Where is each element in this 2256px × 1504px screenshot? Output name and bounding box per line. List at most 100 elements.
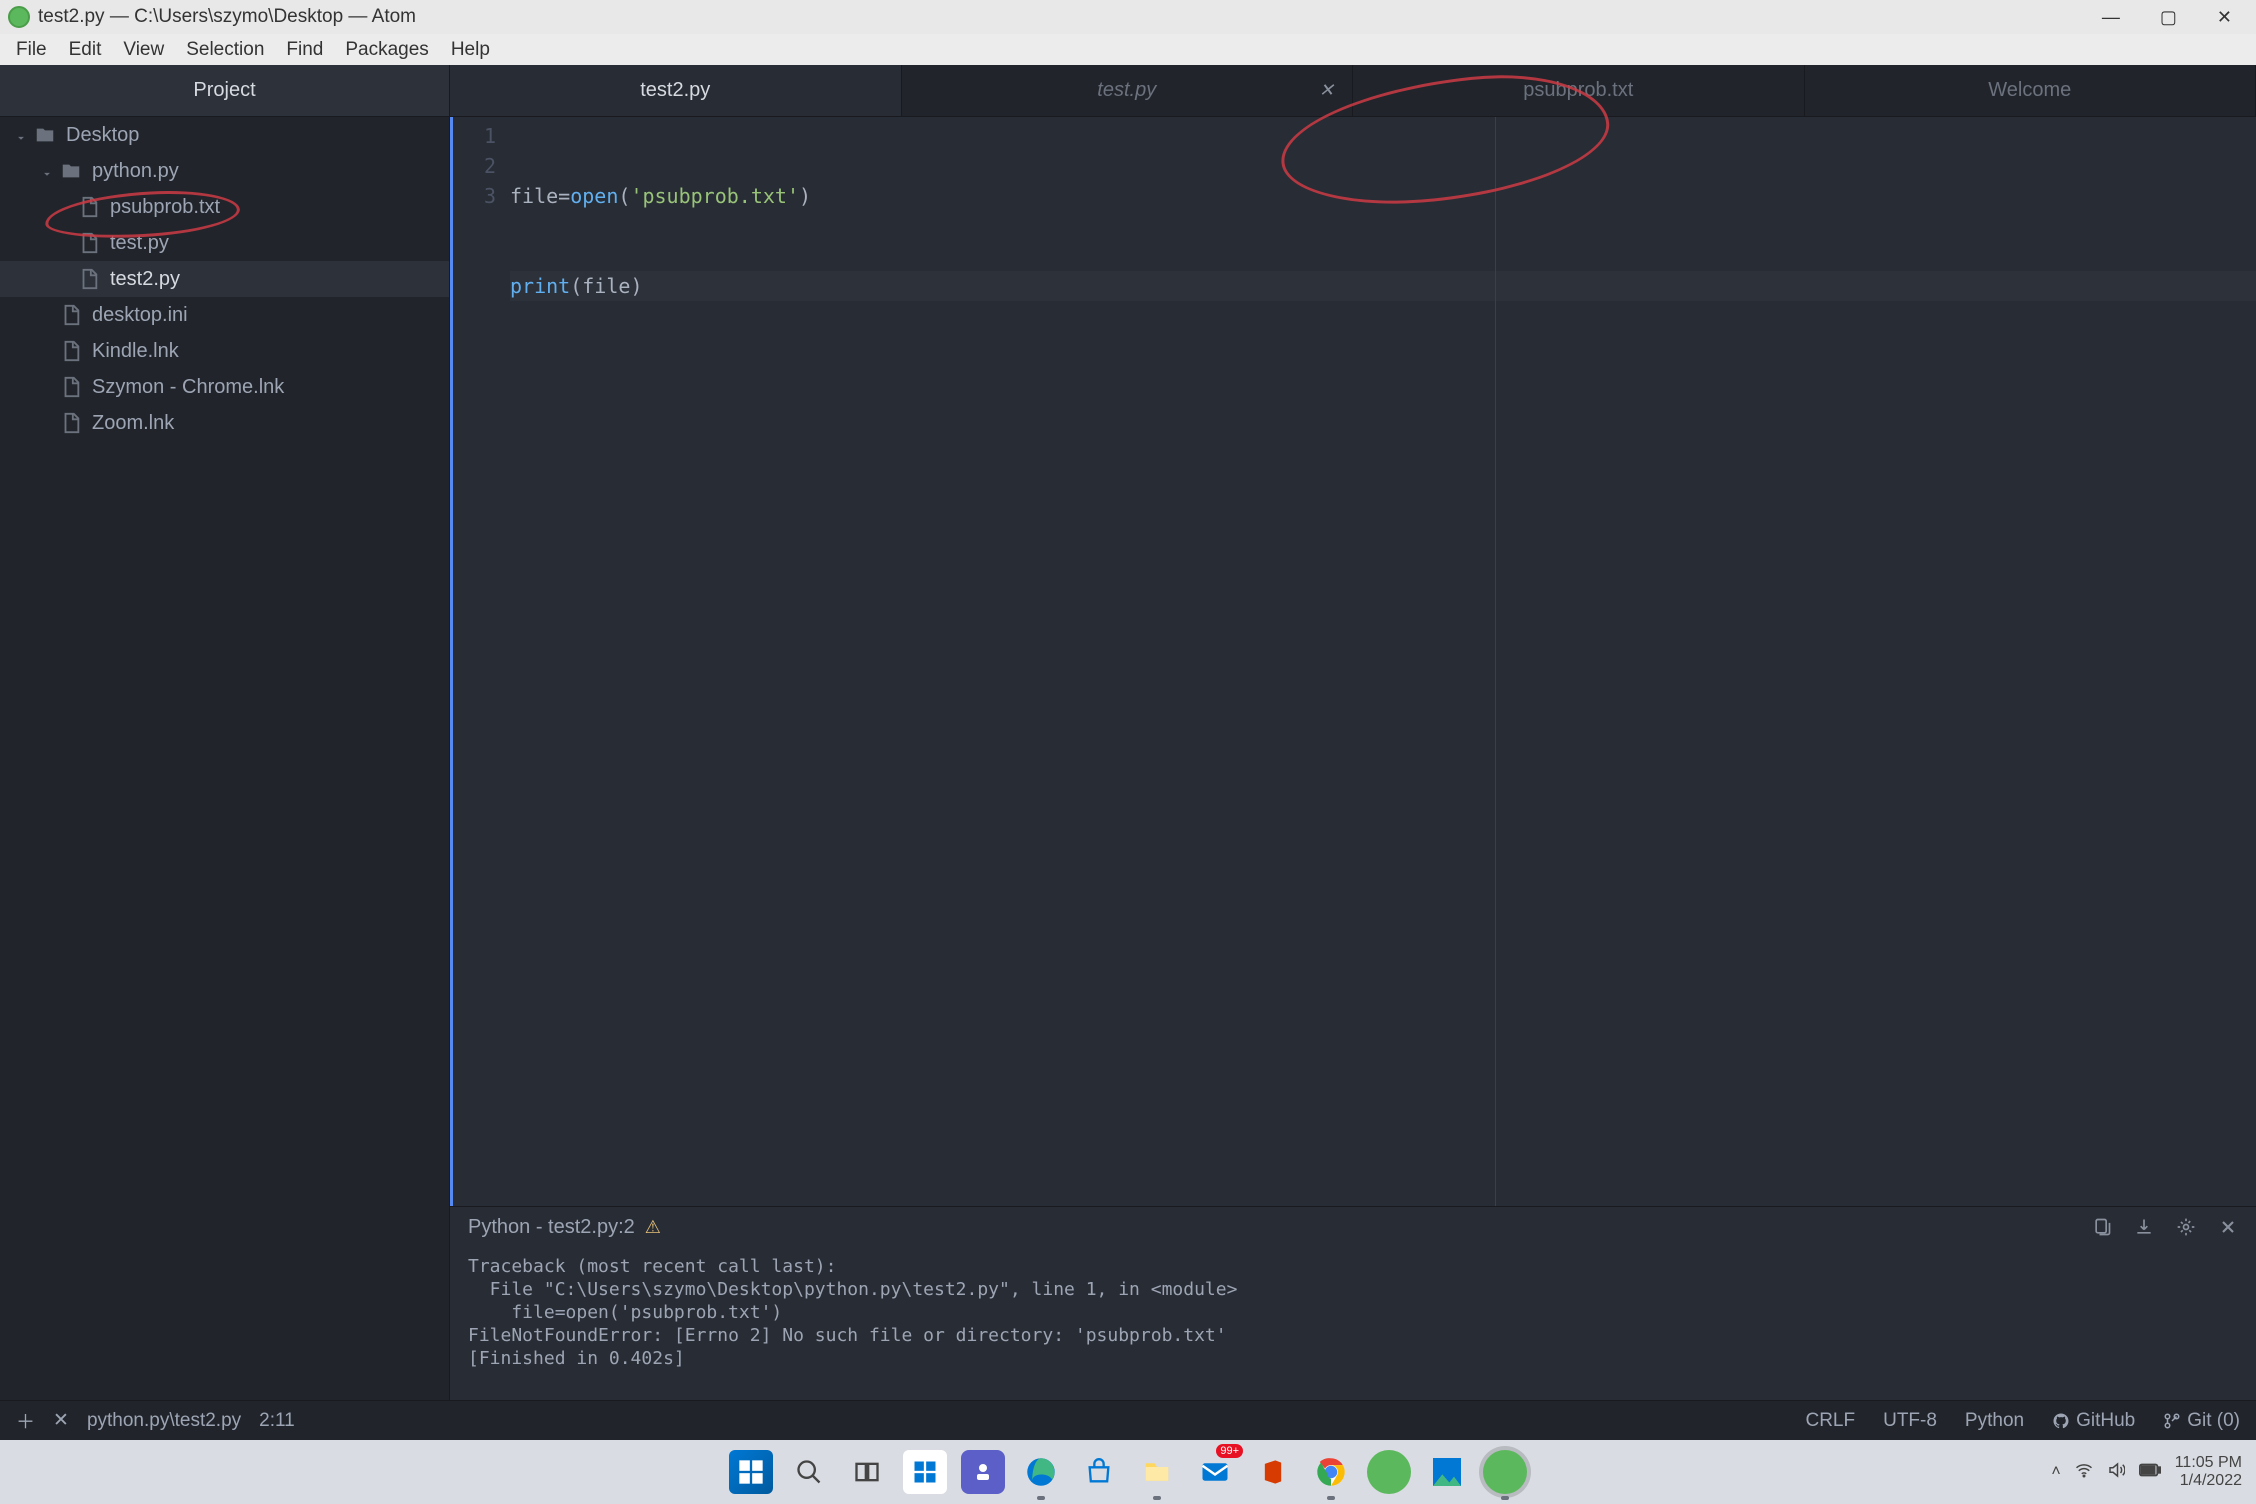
tb-edge-icon[interactable] [1019, 1450, 1063, 1494]
menu-bar: File Edit View Selection Find Packages H… [0, 34, 2256, 65]
output-panel: Python - test2.py:2 ⚠ Traceback (most re… [450, 1206, 2256, 1400]
line-number: 2 [453, 151, 496, 181]
folder-icon [60, 160, 82, 182]
status-git[interactable]: Git (0) [2163, 1410, 2240, 1432]
tb-office-icon[interactable] [1251, 1450, 1295, 1494]
output-title: Python - test2.py:2 [468, 1216, 635, 1239]
tb-store-icon[interactable] [1077, 1450, 1121, 1494]
tb-start-icon[interactable] [729, 1450, 773, 1494]
menu-help[interactable]: Help [441, 35, 500, 65]
file-icon [78, 232, 100, 254]
system-tray: ˄ 11:05 PM 1/4/2022 [2051, 1454, 2242, 1490]
file-icon [60, 340, 82, 362]
menu-view[interactable]: View [113, 35, 174, 65]
tray-clock[interactable]: 11:05 PM 1/4/2022 [2175, 1454, 2242, 1490]
menu-packages[interactable]: Packages [335, 35, 438, 65]
tb-teams-icon[interactable] [961, 1450, 1005, 1494]
status-cursor-position[interactable]: 2:11 [259, 1410, 295, 1432]
close-button[interactable]: ✕ [2217, 7, 2232, 28]
tb-widgets-icon[interactable] [903, 1450, 947, 1494]
tray-chevron-icon[interactable]: ˄ [2051, 1463, 2060, 1481]
menu-edit[interactable]: Edit [59, 35, 112, 65]
tree-item-label: psubprob.txt [110, 196, 220, 219]
tab-label: test2.py [640, 79, 710, 102]
menu-selection[interactable]: Selection [176, 35, 274, 65]
output-body[interactable]: Traceback (most recent call last): File … [450, 1247, 2256, 1400]
tab-label: psubprob.txt [1523, 79, 1633, 102]
window-title: test2.py — C:\Users\szymo\Desktop — Atom [38, 6, 416, 28]
tree-item-kindle-lnk[interactable]: Kindle.lnk [0, 333, 449, 369]
settings-icon[interactable] [2176, 1217, 2196, 1237]
status-eol[interactable]: CRLF [1805, 1410, 1855, 1432]
code-content[interactable]: file=open('psubprob.txt') print(file) [510, 117, 2256, 1206]
tab-label: Welcome [1988, 79, 2071, 102]
file-tree: Desktop python.py psubprob.txt test.py test2… [0, 117, 449, 441]
chevron-down-icon [40, 164, 54, 178]
line-number: 1 [453, 121, 496, 151]
line-gutter: 1 2 3 [450, 117, 510, 1206]
tree-item-test2-py[interactable]: test2.py [0, 261, 449, 297]
file-icon [60, 376, 82, 398]
tab-welcome[interactable]: Welcome [1805, 65, 2256, 116]
close-panel-icon[interactable] [2218, 1217, 2238, 1237]
tb-photos-icon[interactable] [1425, 1450, 1469, 1494]
status-github[interactable]: GitHub [2052, 1410, 2135, 1432]
tree-item-desktop-ini[interactable]: desktop.ini [0, 297, 449, 333]
tree-item-label: Desktop [66, 124, 139, 147]
status-bar: ＋ ✕ python.py\test2.py 2:11 CRLF UTF-8 P… [0, 1400, 2256, 1440]
tb-chrome-icon[interactable] [1309, 1450, 1353, 1494]
tree-item-desktop[interactable]: Desktop [0, 117, 449, 153]
tree-item-zoom-lnk[interactable]: Zoom.lnk [0, 405, 449, 441]
file-icon [60, 304, 82, 326]
status-encoding[interactable]: UTF-8 [1883, 1410, 1937, 1432]
tb-explorer-icon[interactable] [1135, 1450, 1179, 1494]
tab-bar: test2.py test.py ✕ psubprob.txt Welcome [450, 65, 2256, 117]
tb-atom-icon-2[interactable] [1483, 1450, 1527, 1494]
tree-item-python-py[interactable]: python.py [0, 153, 449, 189]
output-header: Python - test2.py:2 ⚠ [450, 1207, 2256, 1247]
tab-psubprob-txt[interactable]: psubprob.txt [1353, 65, 1805, 116]
minimize-button[interactable]: — [2102, 7, 2120, 28]
tb-mail-icon[interactable]: 99+ [1193, 1450, 1237, 1494]
tree-item-label: Zoom.lnk [92, 412, 174, 435]
menu-file[interactable]: File [6, 35, 57, 65]
atom-app-icon [8, 6, 30, 28]
line-number: 3 [453, 181, 496, 211]
tree-item-label: python.py [92, 160, 179, 183]
tree-item-label: desktop.ini [92, 304, 188, 327]
tb-search-icon[interactable] [787, 1450, 831, 1494]
sidebar-header: Project [0, 65, 449, 117]
tree-item-szymon---chrome-lnk[interactable]: Szymon - Chrome.lnk [0, 369, 449, 405]
tb-taskview-icon[interactable] [845, 1450, 889, 1494]
tree-item-label: Kindle.lnk [92, 340, 179, 363]
code-editor[interactable]: 1 2 3 file=open('psubprob.txt') print(fi… [450, 117, 2256, 1206]
windows-taskbar: 99+ ˄ 11:05 PM 1/4/2022 [0, 1440, 2256, 1504]
download-icon[interactable] [2134, 1217, 2154, 1237]
status-add-button[interactable]: ＋ [16, 1407, 35, 1434]
status-language[interactable]: Python [1965, 1410, 2024, 1432]
copy-icon[interactable] [2092, 1217, 2112, 1237]
file-icon [78, 196, 100, 218]
folder-icon [34, 124, 56, 146]
tree-item-label: test2.py [110, 268, 180, 291]
wrap-guide [1495, 117, 1496, 1206]
warning-icon: ⚠ [645, 1217, 661, 1238]
tree-item-test-py[interactable]: test.py [0, 225, 449, 261]
tab-close-icon[interactable]: ✕ [1319, 80, 1334, 101]
tab-test-py[interactable]: test.py ✕ [902, 65, 1354, 116]
tray-battery-icon[interactable] [2139, 1463, 2161, 1482]
status-file-path[interactable]: python.py\test2.py [87, 1410, 241, 1432]
maximize-button[interactable]: ▢ [2160, 7, 2177, 28]
menu-find[interactable]: Find [276, 35, 333, 65]
tree-item-label: Szymon - Chrome.lnk [92, 376, 284, 399]
status-close-button[interactable]: ✕ [53, 1409, 69, 1432]
tray-wifi-icon[interactable] [2075, 1461, 2093, 1484]
tree-item-psubprob-txt[interactable]: psubprob.txt [0, 189, 449, 225]
editor-area: test2.py test.py ✕ psubprob.txt Welcome 1 2 … [450, 65, 2256, 1400]
file-icon [78, 268, 100, 290]
tray-sound-icon[interactable] [2107, 1461, 2125, 1484]
tab-test2-py[interactable]: test2.py [450, 65, 902, 116]
tree-item-label: test.py [110, 232, 169, 255]
tab-label: test.py [1097, 79, 1156, 102]
tb-atom-icon-1[interactable] [1367, 1450, 1411, 1494]
